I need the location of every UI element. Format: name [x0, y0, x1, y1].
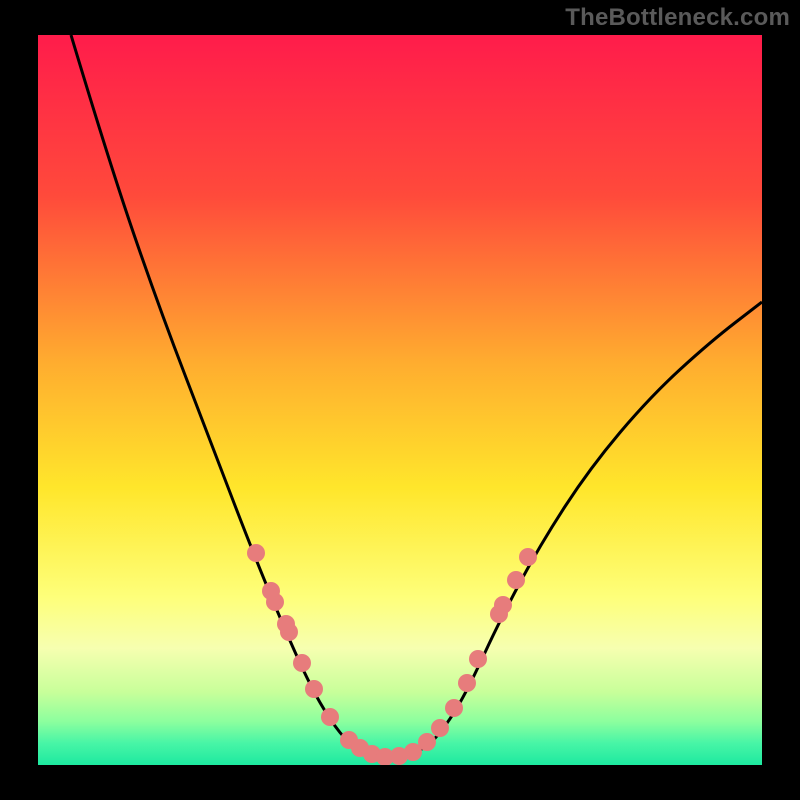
marker-point	[519, 548, 537, 566]
marker-point	[469, 650, 487, 668]
marker-point	[280, 623, 298, 641]
marker-point	[293, 654, 311, 672]
marker-point	[321, 708, 339, 726]
plot-background	[38, 35, 762, 765]
chart-stage: TheBottleneck.com	[0, 0, 800, 800]
marker-point	[494, 596, 512, 614]
marker-point	[458, 674, 476, 692]
marker-point	[305, 680, 323, 698]
marker-point	[418, 733, 436, 751]
marker-point	[445, 699, 463, 717]
marker-point	[431, 719, 449, 737]
marker-point	[266, 593, 284, 611]
marker-point	[247, 544, 265, 562]
attribution-label: TheBottleneck.com	[565, 4, 790, 32]
marker-point	[507, 571, 525, 589]
bottleneck-chart	[0, 0, 800, 800]
